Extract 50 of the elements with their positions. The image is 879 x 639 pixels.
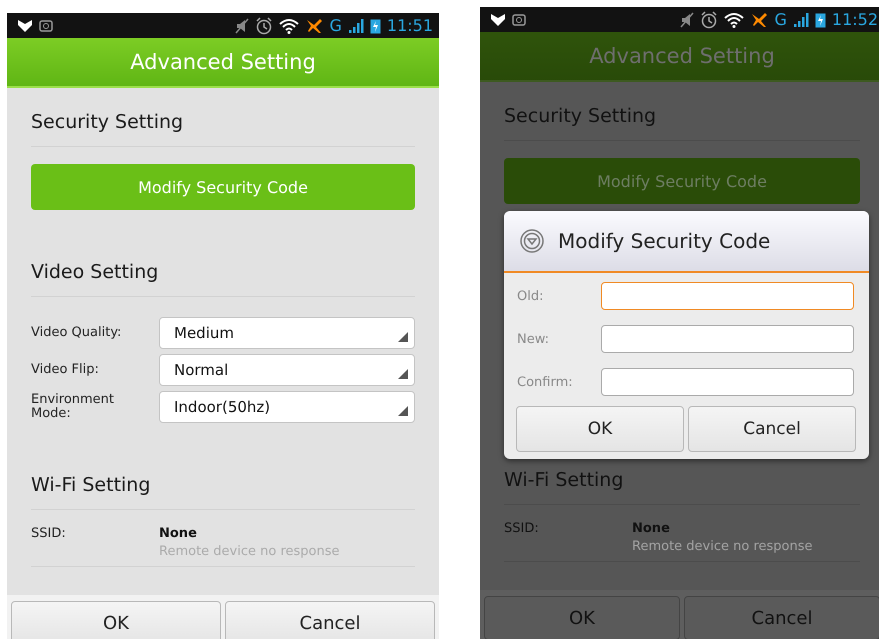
field-label: Video Quality:: [31, 326, 122, 340]
mute-icon: [235, 18, 250, 34]
field-label: Environment Mode:: [31, 393, 116, 421]
field-label: SSID:: [31, 525, 67, 543]
ssid-value: None: [159, 525, 198, 543]
field-label: Old:: [517, 288, 544, 304]
wifi-icon: [279, 18, 300, 34]
screen-title: Advanced Setting: [589, 44, 775, 68]
input-field[interactable]: [601, 368, 854, 396]
network-type: G: [774, 10, 787, 29]
clock: 11:51: [386, 16, 433, 35]
dropdown[interactable]: Indoor(50hz): [159, 391, 415, 423]
field-label: SSID:: [504, 520, 540, 538]
image-icon: [512, 14, 526, 26]
dropdown-corner-icon: [398, 332, 408, 342]
section-title: Wi-Fi Setting: [31, 471, 415, 510]
input-field[interactable]: [601, 282, 854, 310]
status-note: Remote device no response: [632, 538, 812, 556]
input-field[interactable]: [601, 325, 854, 353]
field-label: Confirm:: [517, 374, 574, 390]
signal-icon: [792, 12, 809, 28]
footer-button[interactable]: OK: [11, 601, 221, 639]
status-note: Remote device no response: [159, 543, 340, 561]
section-title: Wi-Fi Setting: [504, 466, 860, 505]
alarm-icon: [700, 10, 718, 28]
footer-button[interactable]: Cancel: [225, 601, 435, 639]
dropdown[interactable]: Medium: [159, 317, 415, 349]
section-title: Security Setting: [31, 108, 415, 147]
dialog-title: Modify Security Code: [558, 229, 770, 253]
dropdown[interactable]: Normal: [159, 354, 415, 386]
battery-icon: [370, 18, 381, 34]
field-label: New:: [517, 332, 550, 346]
ssid-value: None: [632, 520, 671, 538]
signal-icon: [348, 18, 364, 34]
dialog-button[interactable]: OK: [516, 406, 684, 452]
battery-icon: [814, 12, 826, 28]
image-icon: [39, 20, 53, 32]
dropdown-corner-icon: [398, 369, 408, 379]
dialog-icon: [520, 229, 544, 253]
clock: 11:52: [832, 10, 878, 29]
dropdown-corner-icon: [398, 406, 408, 416]
network-type: G: [329, 16, 342, 35]
section-title: Video Setting: [31, 258, 415, 297]
alarm-icon: [255, 16, 274, 34]
section-title: Security Setting: [504, 102, 860, 141]
screen-title: Advanced Setting: [130, 50, 316, 74]
wifi-icon: [724, 12, 744, 28]
field-label: Video Flip:: [31, 363, 100, 377]
dialog-button[interactable]: Cancel: [688, 406, 856, 452]
mute-icon: [680, 12, 694, 28]
